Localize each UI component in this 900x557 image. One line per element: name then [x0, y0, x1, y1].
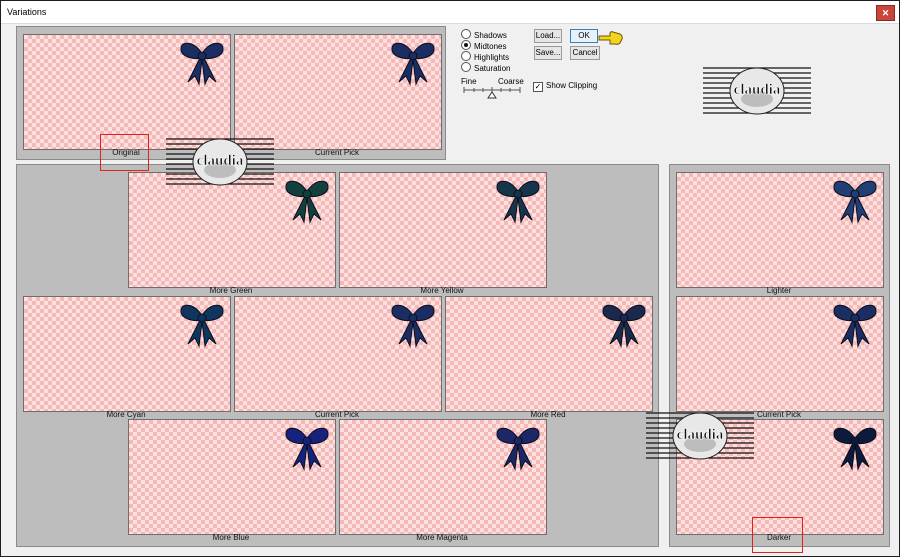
more-cyan-preview[interactable] — [23, 296, 231, 412]
radio-dot — [461, 29, 471, 39]
bow-icon — [496, 427, 540, 471]
watermark-logo: claudia — [166, 138, 274, 186]
bow-icon — [496, 180, 540, 224]
darker-highlight — [752, 517, 803, 553]
radio-saturation[interactable]: Saturation — [461, 62, 510, 73]
lighter-preview[interactable] — [676, 172, 884, 288]
watermark-logo: claudia — [703, 67, 811, 115]
more-blue-preview[interactable] — [128, 419, 336, 535]
more-magenta-label: More Magenta — [416, 533, 468, 542]
more-yellow-label: More Yellow — [420, 286, 464, 295]
svg-text:claudia: claudia — [734, 82, 781, 98]
close-button[interactable]: ✕ — [876, 5, 895, 21]
more-yellow-preview[interactable] — [339, 172, 547, 288]
bow-icon — [833, 180, 877, 224]
lightness-current-pick-preview[interactable] — [676, 296, 884, 412]
current-pick-preview[interactable] — [234, 34, 442, 150]
more-red-label: More Red — [530, 410, 566, 419]
watermark-logo: claudia — [646, 412, 754, 460]
lighter-label: Lighter — [766, 286, 792, 295]
load-button[interactable]: Load... — [534, 29, 562, 43]
title-bar: Variations ✕ — [1, 1, 899, 24]
variations-dialog: Variations ✕ Original Current Pick Shado… — [0, 0, 900, 557]
bow-icon — [391, 42, 435, 86]
window-title: Variations — [7, 7, 47, 17]
lightness-panel: Lighter Current Pick Darker — [669, 164, 890, 547]
more-red-preview[interactable] — [445, 296, 653, 412]
bow-icon — [833, 427, 877, 471]
radio-shadows[interactable]: Shadows — [461, 29, 507, 40]
current-pick-center-preview[interactable] — [234, 296, 442, 412]
bow-icon — [391, 304, 435, 348]
ok-button[interactable]: OK — [570, 29, 598, 43]
bow-icon — [285, 427, 329, 471]
radio-highlights[interactable]: Highlights — [461, 51, 509, 62]
bow-icon — [285, 180, 329, 224]
svg-text:claudia: claudia — [677, 427, 724, 443]
fine-coarse-slider[interactable] — [462, 85, 522, 99]
svg-text:claudia: claudia — [197, 153, 244, 169]
more-blue-label: More Blue — [212, 533, 250, 542]
slider-thumb — [487, 91, 497, 99]
checkmark-icon: ✓ — [533, 82, 543, 92]
color-variations-panel: More Green More Yellow More Cyan Current… — [16, 164, 659, 547]
radio-dot — [461, 51, 471, 61]
radio-midtones[interactable]: Midtones — [461, 40, 506, 51]
more-cyan-label: More Cyan — [106, 410, 146, 419]
cancel-button[interactable]: Cancel — [570, 46, 600, 60]
current-pick-center-label: Current Pick — [314, 410, 359, 419]
save-button[interactable]: Save... — [534, 46, 562, 60]
original-highlight — [100, 134, 149, 171]
bow-icon — [602, 304, 646, 348]
show-clipping-checkbox[interactable]: ✓ Show Clipping — [533, 81, 597, 92]
more-magenta-preview[interactable] — [339, 419, 547, 535]
bow-icon — [833, 304, 877, 348]
more-green-label: More Green — [209, 286, 253, 295]
radio-dot — [461, 40, 471, 50]
bow-icon — [180, 304, 224, 348]
more-green-preview[interactable] — [128, 172, 336, 288]
pointing-hand-icon — [598, 31, 623, 45]
original-preview — [23, 34, 231, 150]
radio-dot — [461, 62, 471, 72]
bow-icon — [180, 42, 224, 86]
